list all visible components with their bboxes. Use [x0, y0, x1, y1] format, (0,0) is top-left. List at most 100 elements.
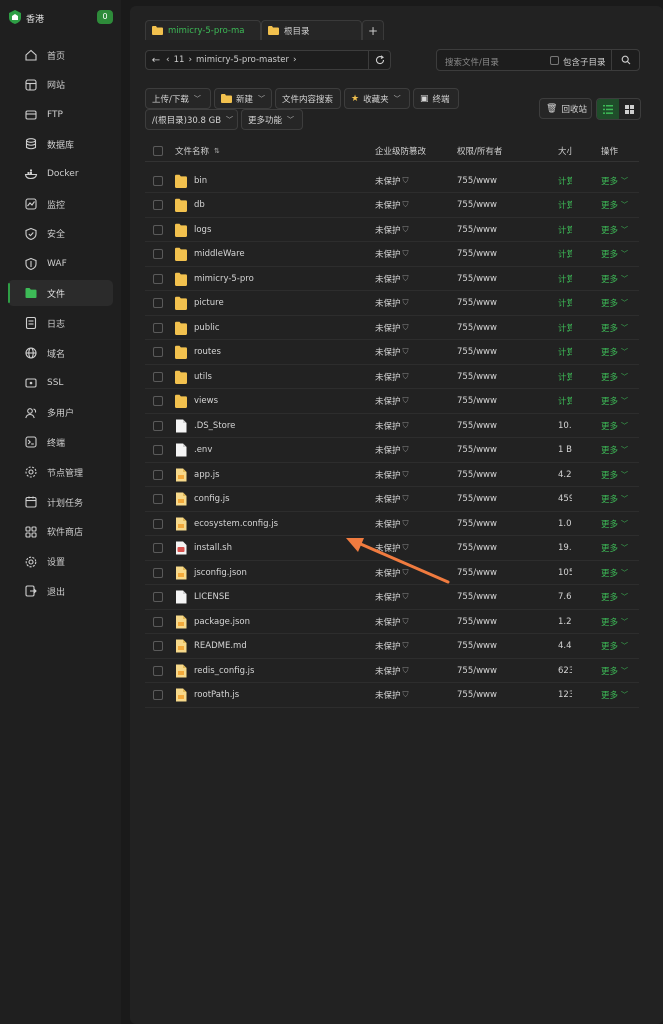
lock-icon[interactable]: ⛉	[403, 347, 409, 357]
col-name-header[interactable]: 文件名称 ⇅	[175, 140, 370, 161]
row-checkbox[interactable]	[153, 218, 163, 241]
protect-status[interactable]: 未保护 ⛉	[375, 194, 455, 217]
file-name-cell[interactable]: middleWare	[175, 243, 370, 266]
row-checkbox[interactable]	[153, 586, 163, 609]
sidebar-item[interactable]: SSL	[8, 370, 113, 396]
file-name-cell[interactable]: LICENSE	[175, 586, 370, 609]
file-name[interactable]: app.js	[194, 470, 220, 480]
file-name[interactable]: README.md	[194, 641, 247, 651]
table-row[interactable]: redis_config.js 未保护 ⛉ 755/www 623 更多 ﹀	[145, 659, 639, 683]
permission-cell[interactable]: 755/www	[457, 414, 557, 437]
sidebar-item[interactable]: WAF	[8, 251, 113, 277]
table-row[interactable]: bin 未保护 ⛉ 755/www 计算 更多 ﹀	[145, 169, 639, 193]
search-button[interactable]	[611, 50, 639, 70]
table-row[interactable]: routes 未保护 ⛉ 755/www 计算 更多 ﹀	[145, 341, 639, 365]
more-ops-button[interactable]: 更多 ﹀	[601, 512, 641, 535]
refresh-button[interactable]	[368, 50, 391, 70]
select-all-checkbox[interactable]	[153, 140, 163, 161]
more-ops-button[interactable]: 更多 ﹀	[601, 635, 641, 658]
more-ops-button[interactable]: 更多 ﹀	[601, 561, 641, 584]
row-checkbox[interactable]	[153, 463, 163, 486]
permission-cell[interactable]: 755/www	[457, 243, 557, 266]
permission-cell[interactable]: 755/www	[457, 218, 557, 241]
lock-icon[interactable]: ⛉	[403, 519, 409, 529]
search-input[interactable]: 搜索文件/目录	[445, 56, 499, 68]
file-name[interactable]: utils	[194, 372, 212, 382]
more-ops-button[interactable]: 更多 ﹀	[601, 218, 641, 241]
breadcrumb-segment[interactable]: mimicry-5-pro-master	[192, 55, 293, 65]
protect-status[interactable]: 未保护 ⛉	[375, 684, 455, 707]
lock-icon[interactable]: ⛉	[403, 298, 409, 308]
sidebar-item[interactable]: 多用户	[8, 400, 113, 426]
permission-cell[interactable]: 755/www	[457, 463, 557, 486]
sidebar-item[interactable]: 首页	[8, 42, 113, 68]
sidebar-item[interactable]: Docker	[8, 161, 113, 187]
file-name[interactable]: bin	[194, 176, 207, 186]
protect-status[interactable]: 未保护 ⛉	[375, 169, 455, 192]
file-name-cell[interactable]: bin	[175, 169, 370, 192]
more-ops-button[interactable]: 更多 ﹀	[601, 684, 641, 707]
more-ops-button[interactable]: 更多 ﹀	[601, 439, 641, 462]
more-ops-button[interactable]: 更多 ﹀	[601, 292, 641, 315]
sidebar-item[interactable]: 计划任务	[8, 489, 113, 515]
breadcrumb-segment[interactable]: 11	[170, 55, 189, 65]
protect-status[interactable]: 未保护 ⛉	[375, 635, 455, 658]
lock-icon[interactable]: ⛉	[403, 494, 409, 504]
tab-root[interactable]: 根目录	[261, 20, 362, 40]
more-ops-button[interactable]: 更多 ﹀	[601, 586, 641, 609]
file-name-cell[interactable]: mimicry-5-pro	[175, 267, 370, 290]
row-checkbox[interactable]	[153, 512, 163, 535]
disk-selector[interactable]: /(根目录)30.8 GB ﹀	[145, 109, 238, 130]
include-subdir-label[interactable]: 包含子目录	[563, 56, 606, 68]
protect-status[interactable]: 未保护 ⛉	[375, 561, 455, 584]
row-checkbox[interactable]	[153, 488, 163, 511]
row-checkbox[interactable]	[153, 390, 163, 413]
table-row[interactable]: mimicry-5-pro 未保护 ⛉ 755/www 计算 更多 ﹀	[145, 267, 639, 291]
table-row[interactable]: README.md 未保护⛉755/www4.42 更多﹀	[145, 635, 639, 659]
sidebar-item[interactable]: 安全	[8, 221, 113, 247]
file-name[interactable]: picture	[194, 298, 224, 308]
more-ops-button[interactable]: 更多 ﹀	[601, 365, 641, 388]
file-name-cell[interactable]: redis_config.js	[175, 659, 370, 682]
lock-icon[interactable]: ⛉	[403, 666, 409, 676]
more-ops-button[interactable]: 更多 ﹀	[601, 488, 641, 511]
protect-status[interactable]: 未保护 ⛉	[375, 365, 455, 388]
file-name[interactable]: LICENSE	[194, 592, 230, 602]
list-view-button[interactable]	[597, 99, 619, 119]
address-bar[interactable]: ← ‹ 11 › mimicry-5-pro-master ›	[145, 50, 391, 70]
recycle-bin-button[interactable]: 🗑 回收站	[539, 98, 592, 119]
file-name-cell[interactable]: routes	[175, 341, 370, 364]
row-checkbox[interactable]	[153, 267, 163, 290]
file-name[interactable]: views	[194, 396, 218, 406]
file-name-cell[interactable]: logs	[175, 218, 370, 241]
protect-status[interactable]: 未保护 ⛉	[375, 610, 455, 633]
table-row[interactable]: config.js 未保护 ⛉ 755/www 459 更多 ﹀	[145, 488, 639, 512]
lock-icon[interactable]: ⛉	[403, 543, 409, 553]
file-name-cell[interactable]: app.js	[175, 463, 370, 486]
more-ops-button[interactable]: 更多 ﹀	[601, 390, 641, 413]
row-checkbox[interactable]	[153, 439, 163, 462]
size-cell[interactable]: 计算	[558, 341, 572, 364]
lock-icon[interactable]: ⛉	[403, 470, 409, 480]
row-checkbox[interactable]	[153, 561, 163, 584]
more-ops-button[interactable]: 更多 ﹀	[601, 341, 641, 364]
table-row[interactable]: .env 未保护 ⛉ 755/www 1 B 更多 ﹀	[145, 439, 639, 463]
row-checkbox[interactable]	[153, 537, 163, 560]
file-name-cell[interactable]: README.md	[175, 635, 370, 658]
file-name[interactable]: redis_config.js	[194, 666, 254, 676]
sidebar-item[interactable]: FTP	[8, 102, 113, 128]
lock-icon[interactable]: ⛉	[403, 323, 409, 333]
new-button[interactable]: 新建 ﹀	[214, 88, 272, 109]
table-row[interactable]: jsconfig.json 未保护 ⛉ 755/www 105 更多 ﹀	[145, 561, 639, 585]
file-name[interactable]: .DS_Store	[194, 421, 235, 431]
lock-icon[interactable]: ⛉	[403, 176, 409, 186]
lock-icon[interactable]: ⛉	[403, 274, 409, 284]
lock-icon[interactable]: ⛉	[403, 617, 409, 627]
table-row[interactable]: views 未保护 ⛉ 755/www 计算 更多 ﹀	[145, 390, 639, 414]
file-name[interactable]: logs	[194, 225, 211, 235]
table-row[interactable]: utils 未保护 ⛉ 755/www 计算 更多 ﹀	[145, 365, 639, 389]
size-cell[interactable]: 计算	[558, 194, 572, 217]
permission-cell[interactable]: 755/www	[457, 537, 557, 560]
sidebar-item[interactable]: 域名	[8, 340, 113, 366]
permission-cell[interactable]: 755/www	[457, 267, 557, 290]
